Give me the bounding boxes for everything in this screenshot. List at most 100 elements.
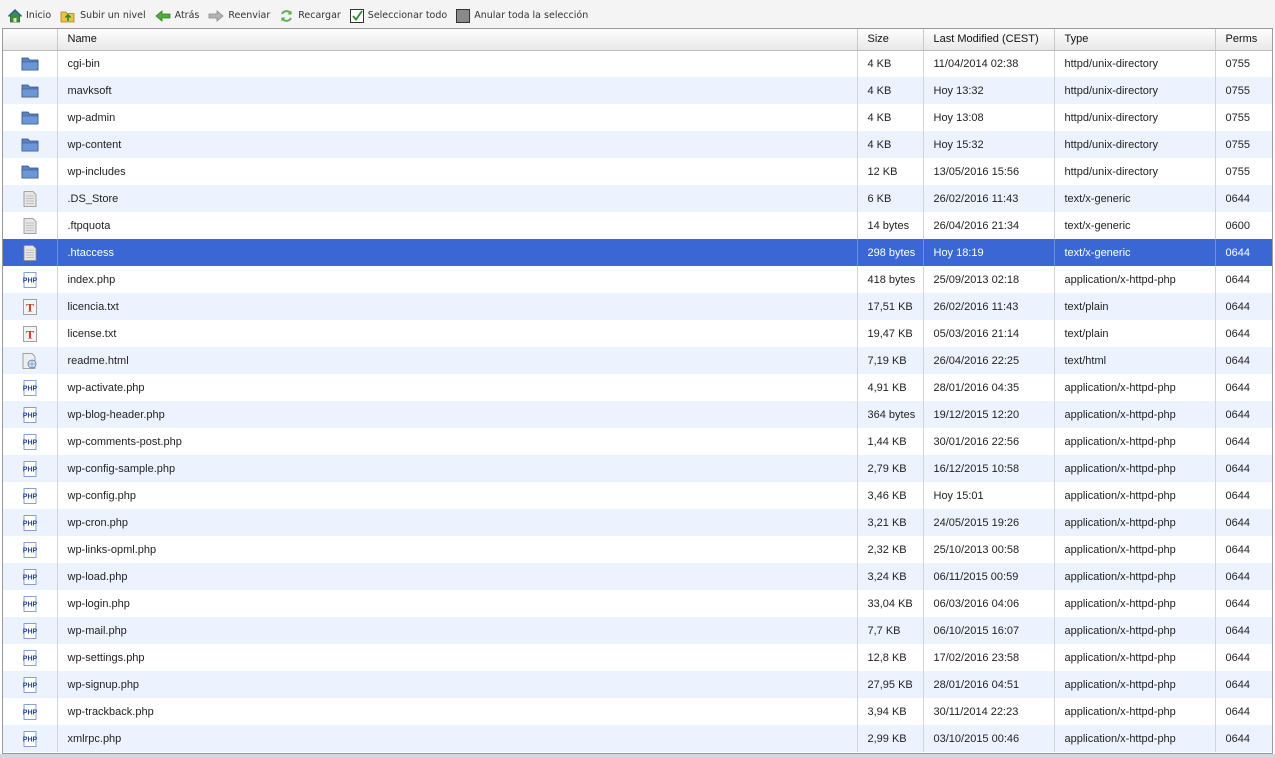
file-name-cell[interactable]: wp-mail.php — [57, 617, 858, 644]
file-name-cell[interactable]: wp-config-sample.php — [57, 455, 858, 482]
file-name-cell[interactable]: mavksoft — [57, 77, 858, 104]
file-name-cell[interactable]: wp-comments-post.php — [57, 428, 858, 455]
table-row[interactable]: PHP wp-comments-post.php 1,44 KB 30/01/2016… — [3, 428, 1272, 455]
file-name-cell[interactable]: wp-activate.php — [57, 374, 858, 401]
table-row[interactable]: PHP wp-login.php 33,04 KB 06/03/2016 04:06 a… — [3, 590, 1272, 617]
file-name-cell[interactable]: wp-admin — [57, 104, 858, 131]
table-row[interactable]: wp-content 4 KB Hoy 15:32 httpd/unix-direct… — [3, 131, 1272, 158]
table-row[interactable]: PHP wp-signup.php 27,95 KB 28/01/2016 04:51… — [3, 671, 1272, 698]
table-row[interactable]: PHP wp-blog-header.php 364 bytes 19/12/2015… — [3, 401, 1272, 428]
file-type-icon-cell[interactable]: T — [3, 293, 58, 320]
table-row[interactable]: Tlicencia.txt 17,51 KB 26/02/2016 11:43 tex… — [3, 293, 1272, 320]
table-row[interactable]: readme.html 7,19 KB 26/04/2016 22:25 text/h… — [3, 347, 1272, 374]
table-row[interactable]: PHP wp-cron.php 3,21 KB 24/05/2015 19:26 app… — [3, 509, 1272, 536]
svg-text:PHP: PHP — [23, 655, 38, 662]
table-row[interactable]: PHP wp-mail.php 7,7 KB 06/10/2015 16:07 appl… — [3, 617, 1272, 644]
back-button[interactable]: Atrás — [155, 9, 199, 22]
home-button[interactable]: Inicio — [8, 8, 51, 23]
file-name-cell[interactable]: cgi-bin — [57, 50, 858, 77]
reload-button[interactable]: Recargar — [279, 9, 341, 23]
file-type-icon-cell[interactable]: PHP — [3, 509, 58, 536]
file-type-icon-cell[interactable] — [3, 131, 58, 158]
table-row[interactable]: PHP wp-config.php 3,46 KB Hoy 15:01 applicat… — [3, 482, 1272, 509]
table-row[interactable]: PHP wp-settings.php 12,8 KB 17/02/2016 23:5… — [3, 644, 1272, 671]
name-column-header[interactable]: Name — [57, 29, 858, 51]
checkbox-checked-icon — [349, 8, 364, 23]
forward-button[interactable]: Reenviar — [208, 9, 270, 22]
file-type-icon-cell[interactable]: T — [3, 320, 58, 347]
file-type-cell: application/x-httpd-php — [1054, 671, 1216, 698]
icon-column-header[interactable] — [3, 29, 58, 51]
table-row[interactable]: wp-includes 12 KB 13/05/2016 15:56 httpd/un… — [3, 158, 1272, 185]
file-type-icon-cell[interactable]: PHP — [3, 563, 58, 590]
toolbar: Inicio Subir un nivel Atrás Reenviar Rec… — [0, 0, 1275, 29]
modified-column-header[interactable]: Last Modified (CEST) — [923, 29, 1055, 51]
file-name-cell[interactable]: wp-cron.php — [57, 509, 858, 536]
file-name-cell[interactable]: index.php — [57, 266, 858, 293]
table-row[interactable]: PHP xmlrpc.php 2,99 KB 03/10/2015 00:46 appl… — [3, 725, 1272, 752]
file-type-icon-cell[interactable] — [3, 77, 58, 104]
file-type-icon-cell[interactable]: PHP — [3, 617, 58, 644]
file-type-icon-cell[interactable] — [3, 50, 58, 77]
table-row[interactable]: .ftpquota 14 bytes 26/04/2016 21:34 text/x-… — [3, 212, 1272, 239]
table-row[interactable]: PHP wp-config-sample.php 2,79 KB 16/12/2015… — [3, 455, 1272, 482]
file-type-icon-cell[interactable]: PHP — [3, 671, 58, 698]
file-type-icon-cell[interactable]: PHP — [3, 266, 58, 293]
file-name-cell[interactable]: wp-load.php — [57, 563, 858, 590]
file-type-icon-cell[interactable] — [3, 212, 58, 239]
file-name-cell[interactable]: wp-login.php — [57, 590, 858, 617]
up-one-level-button[interactable]: Subir un nivel — [60, 9, 146, 23]
file-perms-cell: 0755 — [1225, 57, 1250, 70]
table-row[interactable]: wp-admin 4 KB Hoy 13:08 httpd/unix-director… — [3, 104, 1272, 131]
file-type-icon-cell[interactable]: PHP — [3, 428, 58, 455]
file-name-cell[interactable]: wp-blog-header.php — [57, 401, 858, 428]
file-type-cell: httpd/unix-directory — [1054, 50, 1216, 77]
file-name-cell[interactable]: wp-trackback.php — [57, 698, 858, 725]
reload-icon — [281, 9, 293, 22]
file-type-icon-cell[interactable]: PHP — [3, 401, 58, 428]
file-type-icon-cell[interactable] — [3, 158, 58, 185]
table-row[interactable]: PHP wp-links-opml.php 2,32 KB 25/10/2013 00… — [3, 536, 1272, 563]
table-row[interactable]: .htaccess 298 bytes Hoy 18:19 text/x-generi… — [3, 239, 1272, 266]
file-name-cell[interactable]: wp-content — [57, 131, 858, 158]
file-name-cell[interactable]: wp-includes — [57, 158, 858, 185]
table-row[interactable]: Tlicense.txt 19,47 KB 05/03/2016 21:14 text… — [3, 320, 1272, 347]
file-type-cell: application/x-httpd-php — [1054, 698, 1216, 725]
file-name-cell[interactable]: license.txt — [57, 320, 858, 347]
table-row[interactable]: PHP wp-activate.php 4,91 KB 28/01/2016 04:3… — [3, 374, 1272, 401]
select-all-button[interactable]: Seleccionar todo — [349, 8, 447, 23]
deselect-all-button[interactable]: Anular toda la selección — [456, 8, 588, 23]
file-name-cell[interactable]: .htaccess — [57, 239, 858, 266]
file-type-icon-cell[interactable]: PHP — [3, 536, 58, 563]
file-name-cell[interactable]: wp-settings.php — [57, 644, 858, 671]
file-type-icon-cell[interactable]: PHP — [3, 725, 58, 752]
file-type-icon-cell[interactable]: PHP — [3, 644, 58, 671]
table-row[interactable]: PHP wp-trackback.php 3,94 KB 30/11/2014 22:… — [3, 698, 1272, 725]
file-type-icon-cell[interactable]: PHP — [3, 374, 58, 401]
table-row[interactable]: PHP index.php 418 bytes 25/09/2013 02:18 app… — [3, 266, 1272, 293]
perms-column-header[interactable]: Perms — [1215, 29, 1272, 51]
file-name-cell[interactable]: .ftpquota — [57, 212, 858, 239]
file-type-icon-cell[interactable]: PHP — [3, 482, 58, 509]
table-row[interactable]: cgi-bin 4 KB 11/04/2014 02:38 httpd/unix-di… — [3, 50, 1272, 77]
file-name-cell[interactable]: xmlrpc.php — [57, 725, 858, 752]
file-name-cell[interactable]: readme.html — [57, 347, 858, 374]
php-file-icon: PHP — [22, 595, 38, 612]
file-name-cell[interactable]: wp-links-opml.php — [57, 536, 858, 563]
table-row[interactable]: .DS_Store 6 KB 26/02/2016 11:43 text/x-gene… — [3, 185, 1272, 212]
file-name-cell[interactable]: .DS_Store — [57, 185, 858, 212]
file-type-icon-cell[interactable] — [3, 104, 58, 131]
table-row[interactable]: PHP wp-load.php 3,24 KB 06/11/2015 00:59 app… — [3, 563, 1272, 590]
file-type-icon-cell[interactable] — [3, 347, 58, 374]
file-type-icon-cell[interactable]: PHP — [3, 590, 58, 617]
table-row[interactable]: mavksoft 4 KB Hoy 13:32 httpd/unix-director… — [3, 77, 1272, 104]
file-name-cell[interactable]: wp-config.php — [57, 482, 858, 509]
file-name-cell[interactable]: licencia.txt — [57, 293, 858, 320]
size-column-header[interactable]: Size — [857, 29, 924, 51]
file-name-cell[interactable]: wp-signup.php — [57, 671, 858, 698]
file-type-icon-cell[interactable]: PHP — [3, 455, 58, 482]
file-type-icon-cell[interactable] — [3, 239, 58, 266]
file-type-icon-cell[interactable] — [3, 185, 58, 212]
file-type-icon-cell[interactable]: PHP — [3, 698, 58, 725]
type-column-header[interactable]: Type — [1054, 29, 1216, 51]
